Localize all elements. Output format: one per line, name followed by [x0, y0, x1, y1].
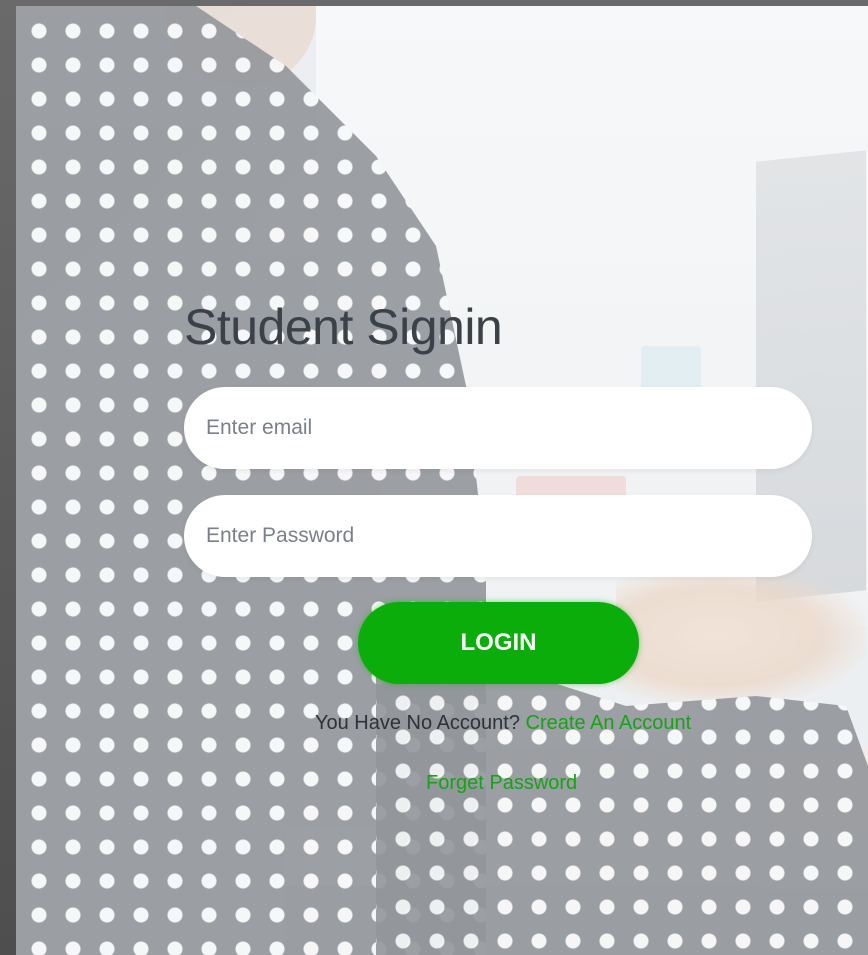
background-overlay — [16, 6, 868, 955]
no-account-text: You Have No Account? — [315, 712, 520, 734]
login-button[interactable]: LOGIN — [358, 602, 639, 684]
forget-password-link[interactable]: Forget Password — [426, 772, 577, 795]
account-prompt: You Have No Account? Create An Account — [315, 712, 691, 735]
create-account-link[interactable]: Create An Account — [526, 712, 692, 734]
password-field[interactable] — [184, 495, 812, 577]
page-title: Student Signin — [184, 299, 503, 355]
login-panel — [16, 6, 868, 955]
email-field[interactable] — [184, 387, 812, 469]
